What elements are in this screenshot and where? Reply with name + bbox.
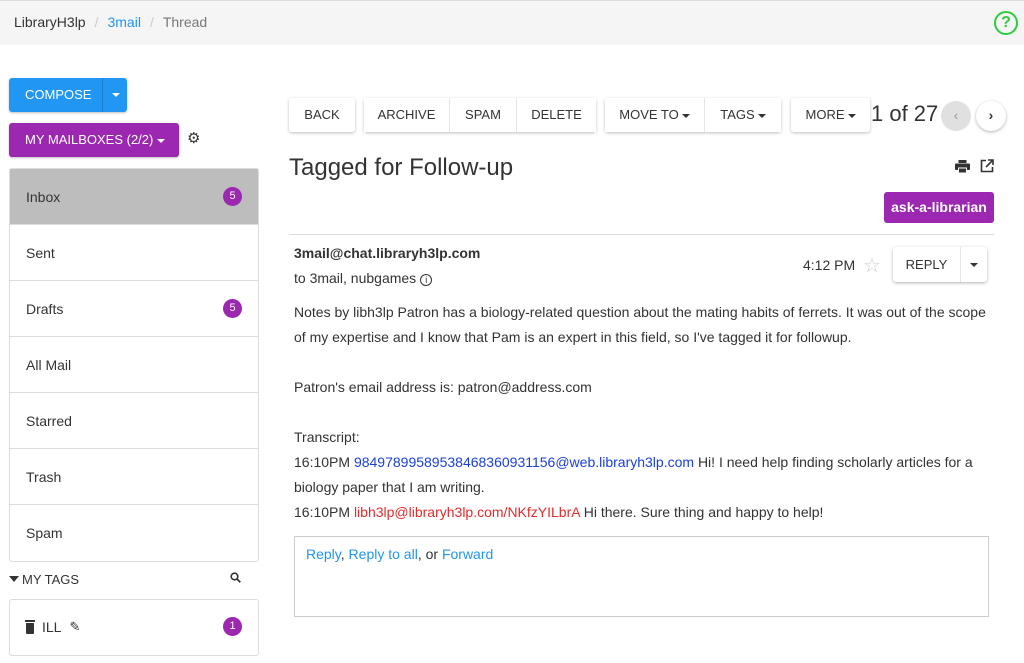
mailbox-label: Sent — [26, 245, 55, 261]
quick-reply-box[interactable]: Reply, Reply to all, or Forward — [294, 536, 989, 617]
tag-list: ILL ✎ 1 — [9, 599, 259, 656]
tags-label: TAGS — [720, 107, 755, 122]
sidebar-item-all-mail[interactable]: All Mail — [10, 337, 258, 393]
unread-count-badge: 5 — [223, 187, 242, 206]
tags-button[interactable]: TAGS — [705, 98, 781, 132]
reply-button-group: REPLY — [893, 247, 987, 282]
message-body: Notes by libh3lp Patron has a biology-re… — [294, 300, 994, 525]
caret-down-icon — [847, 113, 856, 118]
divider — [289, 234, 994, 235]
reply-dropdown-toggle[interactable] — [961, 247, 987, 282]
breadcrumb-separator: / — [94, 14, 99, 30]
archive-button[interactable]: ARCHIVE — [364, 98, 450, 132]
more-button[interactable]: MORE — [791, 98, 870, 132]
tag-count-badge: 1 — [223, 617, 242, 636]
breadcrumb: LibraryH3lp / 3mail / Thread — [14, 14, 207, 30]
move-tags-group: MOVE TO TAGS — [605, 98, 781, 132]
forward-link[interactable]: Forward — [442, 546, 493, 562]
sender-address: 3mail@chat.libraryh3lp.com — [294, 245, 481, 261]
compose-button-group: COMPOSE — [9, 78, 127, 112]
tag-item-ill[interactable]: ILL ✎ — [25, 619, 80, 635]
transcript-sender-link[interactable]: libh3lp@libraryh3lp.com/NKfzYILbrA — [354, 504, 580, 520]
caret-down-icon — [157, 138, 166, 143]
breadcrumb-home[interactable]: LibraryH3lp — [14, 14, 86, 30]
breadcrumb-current: Thread — [162, 14, 208, 30]
tag-label: ILL — [42, 619, 62, 635]
recipients: to 3mail, nubgames i — [294, 270, 433, 286]
previous-button[interactable]: ‹ — [941, 101, 971, 131]
transcript-line: 16:10PM 9849789958953846836093115​6@web.… — [294, 450, 994, 500]
star-icon[interactable]: ☆ — [863, 253, 881, 278]
breadcrumb-3mail[interactable]: 3mail — [107, 14, 140, 30]
separator-text: , — [340, 546, 349, 562]
back-group: BACK — [289, 98, 355, 132]
mailbox-label: Starred — [26, 413, 72, 429]
chevron-right-icon: › — [988, 107, 994, 123]
transcript-text: Hi there. Sure thing and happy to help! — [583, 504, 824, 520]
move-to-label: MOVE TO — [619, 107, 679, 122]
unread-count-badge: 5 — [223, 299, 242, 318]
open-in-new-window-icon[interactable] — [980, 159, 994, 173]
more-group: MORE — [791, 98, 870, 132]
back-button[interactable]: BACK — [289, 98, 355, 132]
mailbox-label: Drafts — [26, 301, 64, 317]
my-tags-label: MY TAGS — [22, 572, 80, 587]
mailbox-label: Inbox — [26, 189, 61, 205]
action-group: ARCHIVE SPAM DELETE — [364, 98, 596, 132]
my-mailboxes-button[interactable]: MY MAILBOXES (2/2) — [9, 123, 179, 157]
sidebar-item-drafts[interactable]: Drafts 5 — [10, 281, 258, 337]
caret-down-icon — [112, 93, 120, 97]
delete-button[interactable]: DELETE — [517, 98, 596, 132]
recipients-text: to 3mail, nubgames — [294, 270, 417, 286]
caret-down-icon — [681, 113, 690, 118]
transcript-time: 16:10PM — [294, 454, 351, 470]
transcript-label: Transcript: — [294, 429, 360, 445]
move-to-button[interactable]: MOVE TO — [605, 98, 705, 132]
caret-down-icon — [970, 263, 978, 267]
patron-email-line: Patron's email address is: patron@addres… — [294, 379, 592, 395]
spam-button[interactable]: SPAM — [450, 98, 517, 132]
sidebar-item-starred[interactable]: Starred — [10, 393, 258, 449]
thread-title: Tagged for Follow-up — [289, 154, 514, 181]
chevron-left-icon: ‹ — [953, 107, 959, 123]
separator-text: , or — [417, 546, 442, 562]
message-time: 4:12 PM — [803, 257, 856, 273]
sidebar-item-inbox[interactable]: Inbox 5 — [10, 169, 258, 225]
caret-down-icon — [9, 576, 19, 582]
breadcrumb-separator: / — [149, 14, 154, 30]
compose-dropdown-toggle[interactable] — [102, 78, 127, 112]
pencil-icon[interactable]: ✎ — [69, 619, 80, 635]
reply-all-link[interactable]: Reply to all — [349, 546, 418, 562]
search-icon[interactable] — [230, 572, 241, 583]
print-icon[interactable] — [955, 160, 970, 173]
transcript-line: 16:10PM libh3lp@libraryh3lp.com/NKfzYILb… — [294, 500, 994, 525]
tag-chip-ask-a-librarian[interactable]: ask-a-librarian — [884, 192, 994, 223]
info-icon[interactable]: i — [420, 274, 433, 286]
top-bar: LibraryH3lp / 3mail / Thread ? — [0, 0, 1024, 45]
gear-icon[interactable]: ⚙ — [187, 131, 201, 146]
sidebar-item-spam[interactable]: Spam — [10, 505, 258, 561]
next-button[interactable]: › — [976, 101, 1006, 131]
mailbox-label: All Mail — [26, 357, 72, 373]
compose-button[interactable]: COMPOSE — [9, 78, 102, 112]
reply-link[interactable]: Reply — [306, 546, 341, 562]
mailbox-label: Spam — [26, 525, 63, 541]
transcript-sender-link[interactable]: 9849789958953846836093115​6@web.libraryh… — [354, 454, 694, 470]
notes-paragraph: Notes by libh3lp Patron has a biology-re… — [294, 304, 986, 345]
my-tags-header[interactable]: MY TAGS — [9, 572, 259, 587]
caret-down-icon — [757, 113, 766, 118]
help-icon[interactable]: ? — [994, 11, 1018, 35]
trash-icon[interactable] — [25, 619, 35, 634]
more-label: MORE — [805, 107, 845, 122]
transcript-time: 16:10PM — [294, 504, 351, 520]
reply-button[interactable]: REPLY — [893, 247, 961, 282]
sidebar-item-trash[interactable]: Trash — [10, 449, 258, 505]
pager-text: 1 of 27 — [871, 101, 939, 126]
mailbox-list: Inbox 5 Sent Drafts 5 All Mail Starred T… — [9, 168, 259, 562]
my-mailboxes-label: MY MAILBOXES (2/2) — [25, 132, 154, 147]
mailbox-label: Trash — [26, 469, 62, 485]
sidebar-item-sent[interactable]: Sent — [10, 225, 258, 281]
